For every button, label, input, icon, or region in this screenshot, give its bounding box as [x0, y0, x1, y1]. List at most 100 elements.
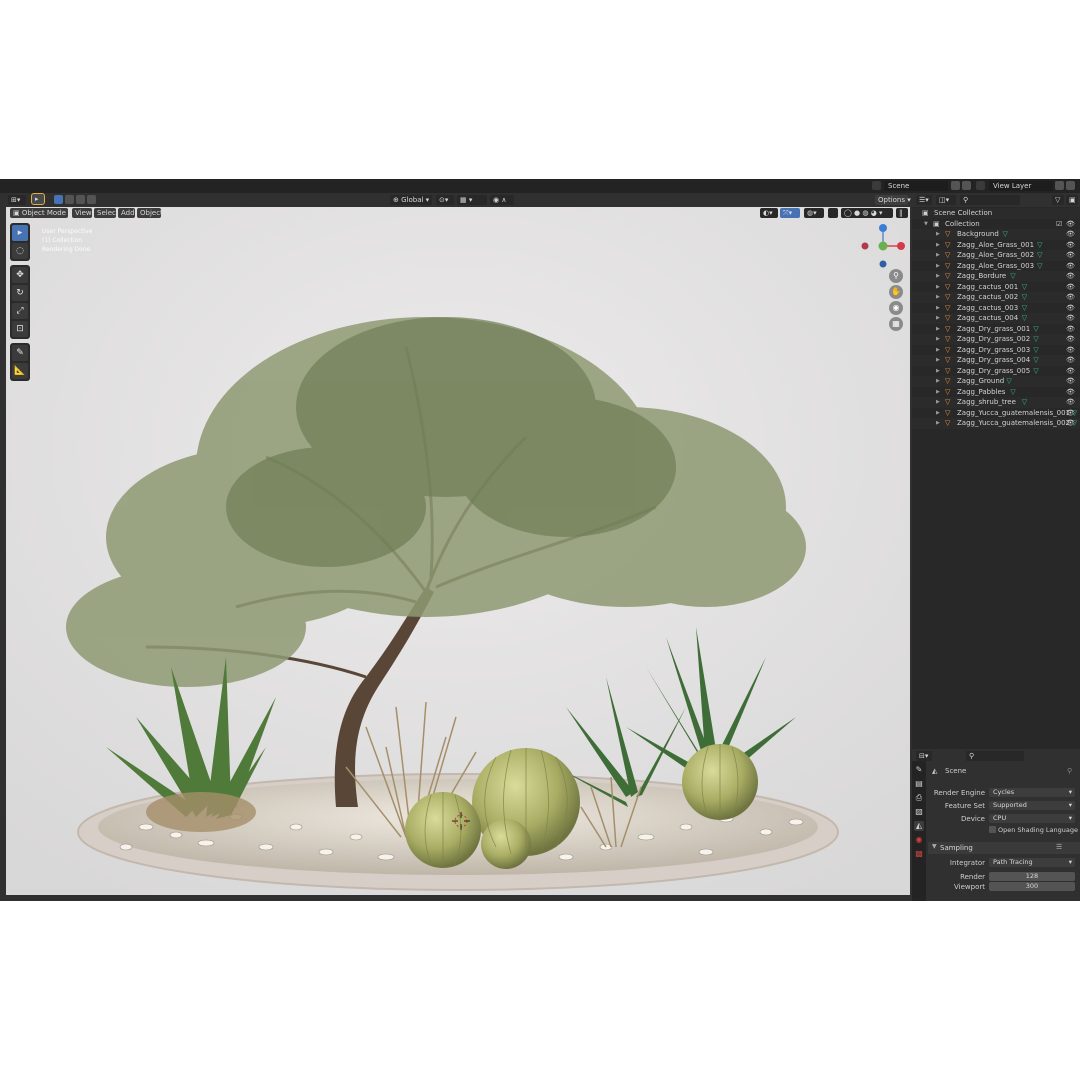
outliner-item[interactable]: ▶ ▽ Zagg_Yucca_guatemalensis_002 ▽ 👁: [912, 418, 1080, 429]
gizmo-neg-z-axis[interactable]: [879, 260, 887, 268]
osl-checkbox[interactable]: [989, 826, 996, 833]
mesh-data-icon[interactable]: ▽: [1033, 324, 1038, 335]
visibility-dropdown[interactable]: ◐▾: [760, 208, 778, 218]
device-dropdown[interactable]: CPU ▾: [989, 814, 1075, 823]
visibility-eye-icon[interactable]: 👁: [1066, 355, 1075, 366]
proportional-editing-button[interactable]: ◉ ∧: [490, 195, 514, 205]
outliner-item[interactable]: ▶ ▽ Zagg_Ground ▽ 👁: [912, 376, 1080, 387]
world-tab-icon[interactable]: ◉: [914, 835, 924, 845]
mesh-data-icon[interactable]: ▽: [1010, 387, 1015, 398]
item-expand-icon[interactable]: ▶: [936, 397, 940, 408]
mesh-data-icon[interactable]: ▽: [1037, 250, 1042, 261]
properties-search-input[interactable]: ⚲: [966, 751, 1024, 761]
outliner-item[interactable]: ▶ ▽ Zagg_Dry_grass_004 ▽ 👁: [912, 355, 1080, 366]
outliner-item[interactable]: ▶ ▽ Zagg_Dry_grass_003 ▽ 👁: [912, 345, 1080, 356]
menu-object[interactable]: Object: [137, 208, 163, 218]
mesh-data-icon[interactable]: ▽: [1022, 292, 1027, 303]
select-mode-extend-icon[interactable]: [65, 195, 74, 204]
mesh-data-icon[interactable]: ▽: [1033, 345, 1038, 356]
item-expand-icon[interactable]: ▶: [936, 240, 940, 251]
mesh-data-icon[interactable]: ▽: [1033, 334, 1038, 345]
mesh-data-icon[interactable]: ▽: [1022, 397, 1027, 408]
outliner-item[interactable]: ▶ ▽ Background ▽ 👁: [912, 229, 1080, 240]
outliner-collection[interactable]: ▼ ▣ Collection ☑ 👁: [912, 219, 1080, 230]
select-tool-icon[interactable]: ▸: [31, 193, 45, 205]
gizmo-y-axis[interactable]: [878, 241, 888, 251]
pin-icon[interactable]: ⚲: [1067, 767, 1072, 775]
pivot-point-dropdown[interactable]: ⊙▾: [436, 195, 454, 205]
measure-tool-icon[interactable]: 📐: [12, 363, 28, 379]
tool-tab-icon[interactable]: ✎: [914, 765, 924, 775]
item-expand-icon[interactable]: ▶: [936, 345, 940, 356]
pan-hand-icon[interactable]: ✋: [889, 285, 903, 299]
item-expand-icon[interactable]: ▶: [936, 229, 940, 240]
visibility-eye-icon[interactable]: 👁: [1066, 387, 1075, 398]
outliner-item[interactable]: ▶ ▽ Zagg_cactus_002 ▽ 👁: [912, 292, 1080, 303]
item-expand-icon[interactable]: ▶: [936, 408, 940, 419]
viewport-samples-field[interactable]: 300: [989, 882, 1075, 891]
visibility-eye-icon[interactable]: 👁: [1066, 408, 1075, 419]
outliner-item[interactable]: ▶ ▽ Zagg_Yucca_guatemalensis_001 ▽ 👁: [912, 408, 1080, 419]
navigation-gizmo[interactable]: [861, 223, 909, 271]
3d-viewport[interactable]: User Perspective (1) Collection Renderin…: [6, 207, 910, 895]
item-expand-icon[interactable]: ▶: [936, 261, 940, 272]
overlays-toggle[interactable]: ◍▾: [804, 208, 824, 218]
mode-dropdown[interactable]: ▣ Object Mode ▾: [10, 208, 72, 218]
menu-select[interactable]: Select: [94, 208, 119, 218]
collection-expand-icon[interactable]: ▼: [924, 219, 928, 230]
visibility-eye-icon[interactable]: 👁: [1066, 324, 1075, 335]
select-mode-subtract-icon[interactable]: [76, 195, 85, 204]
outliner-item[interactable]: ▶ ▽ Zagg_Dry_grass_001 ▽ 👁: [912, 324, 1080, 335]
item-expand-icon[interactable]: ▶: [936, 376, 940, 387]
gizmo-z-axis[interactable]: [879, 224, 887, 232]
outliner-editor-type[interactable]: ☰▾: [916, 195, 932, 205]
item-expand-icon[interactable]: ▶: [936, 271, 940, 282]
outliner-item[interactable]: ▶ ▽ Zagg_cactus_001 ▽ 👁: [912, 282, 1080, 293]
scene-icon[interactable]: [872, 181, 881, 190]
new-collection-icon[interactable]: ▣: [1066, 195, 1078, 205]
item-expand-icon[interactable]: ▶: [936, 334, 940, 345]
outliner-search-input[interactable]: ⚲: [960, 195, 1020, 205]
item-expand-icon[interactable]: ▶: [936, 292, 940, 303]
outliner-item[interactable]: ▶ ▽ Zagg_Bordure ▽ 👁: [912, 271, 1080, 282]
cursor-tool-icon[interactable]: ◌: [12, 243, 28, 259]
snapping-dropdown[interactable]: ▦ ▾: [457, 195, 487, 205]
sampling-presets-icon[interactable]: ☰: [1056, 843, 1062, 851]
view-layer-icon[interactable]: [976, 181, 985, 190]
visibility-eye-icon[interactable]: 👁: [1066, 313, 1075, 324]
rotate-tool-icon[interactable]: ↻: [12, 285, 28, 301]
item-expand-icon[interactable]: ▶: [936, 355, 940, 366]
view-layer-selector[interactable]: View Layer: [989, 181, 1053, 191]
item-expand-icon[interactable]: ▶: [936, 282, 940, 293]
visibility-eye-icon[interactable]: 👁: [1066, 366, 1075, 377]
mesh-data-icon[interactable]: ▽: [1022, 303, 1027, 314]
mesh-data-icon[interactable]: ▽: [1033, 366, 1038, 377]
mesh-data-icon[interactable]: ▽: [1006, 376, 1011, 387]
collection-exclude-checkbox[interactable]: ☑: [1056, 219, 1062, 230]
outliner-item[interactable]: ▶ ▽ Zagg_Aloe_Grass_003 ▽ 👁: [912, 261, 1080, 272]
outliner-item[interactable]: ▶ ▽ Zagg_shrub_tree ▽ 👁: [912, 397, 1080, 408]
new-view-layer-icon[interactable]: [1055, 181, 1064, 190]
item-expand-icon[interactable]: ▶: [936, 418, 940, 429]
scene-selector[interactable]: Scene: [884, 181, 948, 191]
item-expand-icon[interactable]: ▶: [936, 303, 940, 314]
gizmo-x-axis[interactable]: [897, 242, 905, 250]
select-mode-new-icon[interactable]: [54, 195, 63, 204]
outliner-item[interactable]: ▶ ▽ Zagg_Aloe_Grass_002 ▽ 👁: [912, 250, 1080, 261]
gizmo-neg-x-axis[interactable]: [861, 242, 869, 250]
sampling-panel-header[interactable]: ▼ Sampling ☰: [928, 842, 1080, 854]
visibility-eye-icon[interactable]: 👁: [1066, 334, 1075, 345]
render-engine-dropdown[interactable]: Cycles ▾: [989, 788, 1075, 797]
visibility-eye-icon[interactable]: 👁: [1066, 303, 1075, 314]
outliner-item[interactable]: ▶ ▽ Zagg_cactus_003 ▽ 👁: [912, 303, 1080, 314]
editor-type-button[interactable]: ⊞▾: [8, 195, 26, 205]
visibility-eye-icon[interactable]: 👁: [1066, 418, 1075, 429]
gizmo-toggle[interactable]: ⤧▾: [780, 208, 800, 218]
properties-editor-type[interactable]: ⊟▾: [916, 751, 932, 761]
transform-orientation-dropdown[interactable]: ⊕ Global ▾: [390, 195, 432, 205]
mesh-data-icon[interactable]: ▽: [1022, 313, 1027, 324]
ortho-grid-icon[interactable]: ▦: [889, 317, 903, 331]
feature-set-dropdown[interactable]: Supported ▾: [989, 801, 1075, 810]
shading-modes[interactable]: ◯ ● ◍ ◕ ▾: [841, 208, 893, 218]
outliner-item[interactable]: ▶ ▽ Zagg_Dry_grass_005 ▽ 👁: [912, 366, 1080, 377]
